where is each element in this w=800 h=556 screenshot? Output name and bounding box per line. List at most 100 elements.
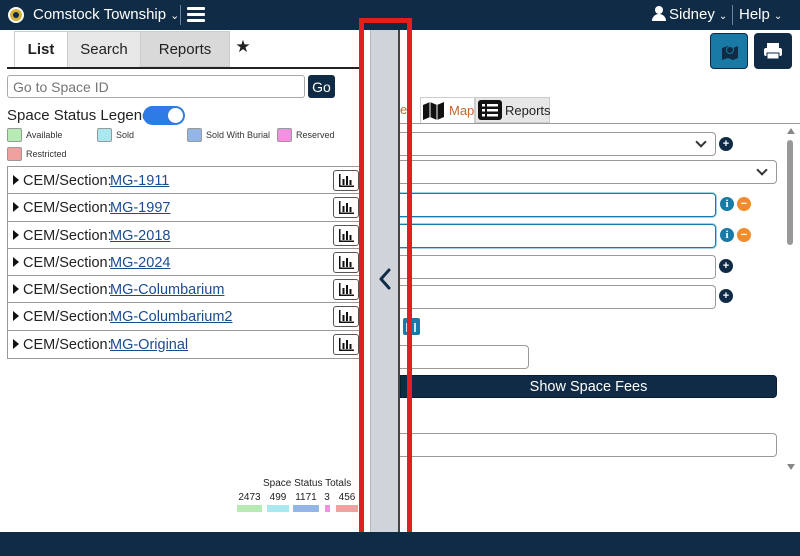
legend-label-reserved: Reserved (296, 130, 335, 140)
remove-icon[interactable]: − (737, 228, 751, 242)
select-field-1[interactable] (400, 132, 716, 156)
help-menu[interactable]: Help ⌄ (739, 6, 782, 23)
bar-chart-icon (339, 337, 354, 351)
scroll-up-arrow-icon[interactable] (787, 128, 795, 134)
expand-triangle-icon[interactable] (13, 256, 19, 267)
tab-map[interactable]: Map (420, 97, 475, 123)
chart-button[interactable] (333, 251, 359, 273)
list-item: CEM/Section: MG-1911 (8, 167, 362, 195)
section-link[interactable]: MG-2018 (110, 228, 170, 244)
chevron-down-icon: ⌄ (773, 11, 783, 22)
tab-reports-right[interactable]: Reports (475, 97, 551, 123)
info-icon[interactable]: i (720, 228, 734, 242)
total-sold: 499 (269, 492, 287, 503)
section-link[interactable]: MG-2024 (110, 255, 170, 271)
highlight-box (359, 18, 412, 545)
space-id-input[interactable] (7, 75, 305, 98)
expand-triangle-icon[interactable] (13, 338, 19, 349)
bottom-bar (0, 532, 800, 556)
township-selector[interactable]: Comstock Township ⌄ (33, 6, 179, 23)
legend-title: Space Status Legend: (7, 107, 155, 124)
section-prefix: CEM/Section: (23, 200, 112, 217)
expand-triangle-icon[interactable] (13, 175, 19, 185)
list-item: CEM/Section: MG-Columbarium (8, 276, 362, 304)
chart-button[interactable] (333, 279, 359, 301)
bar-chart-icon (339, 310, 354, 324)
expand-triangle-icon[interactable] (13, 311, 19, 322)
map-view-button[interactable] (710, 33, 748, 69)
tab-reports-label: Reports (505, 103, 551, 118)
user-icon (652, 6, 666, 21)
total-restricted: 456 (338, 492, 356, 503)
section-link[interactable]: MG-Columbarium2 (110, 309, 232, 325)
expand-triangle-icon[interactable] (13, 229, 19, 240)
remove-icon[interactable]: − (737, 197, 751, 211)
legend-label-available: Available (26, 130, 63, 140)
chevron-down-icon (756, 164, 768, 176)
section-link[interactable]: MG-Columbarium (110, 282, 224, 298)
scroll-down-arrow-icon[interactable] (787, 464, 795, 470)
input-field-3[interactable] (400, 255, 716, 279)
map-pin-icon (722, 46, 738, 60)
legend-swatch-restricted (7, 147, 22, 161)
tab-list[interactable]: List (14, 31, 68, 69)
legend-toggle[interactable] (143, 106, 185, 125)
section-prefix: CEM/Section: (23, 254, 112, 271)
legend-swatch-sold (97, 128, 112, 142)
tabs-divider (400, 123, 800, 124)
total-bar-sold-with-burial (293, 505, 319, 512)
section-prefix: CEM/Section: (23, 309, 112, 326)
text-field[interactable] (400, 433, 777, 457)
chart-button[interactable] (333, 224, 359, 246)
add-icon[interactable]: + (719, 137, 733, 151)
show-space-fees-button[interactable]: Show Space Fees (400, 375, 777, 398)
input-field-2[interactable] (400, 224, 716, 248)
go-button[interactable]: Go (308, 75, 335, 98)
list-item: CEM/Section: MG-2018 (8, 222, 362, 249)
scrollbar[interactable] (785, 128, 797, 476)
hamburger-menu-icon[interactable] (187, 7, 205, 23)
totals-title: Space Status Totals (263, 478, 352, 489)
expand-triangle-icon[interactable] (13, 202, 19, 213)
total-reserved: 3 (324, 492, 330, 503)
legend-swatch-available (7, 128, 22, 142)
tab-reports[interactable]: Reports (140, 31, 230, 67)
print-button[interactable] (754, 33, 792, 69)
section-link[interactable]: MG-1911 (110, 173, 169, 189)
chart-button[interactable] (333, 306, 359, 328)
bar-chart-icon (339, 201, 354, 215)
township-logo-icon (8, 7, 24, 23)
section-link[interactable]: MG-1997 (110, 200, 170, 216)
section-link[interactable]: MG-Original (110, 337, 188, 353)
add-icon[interactable]: + (719, 259, 733, 273)
total-bar-reserved (325, 505, 330, 512)
list-item: CEM/Section: MG-Original (8, 331, 362, 358)
info-icon[interactable]: i (720, 197, 734, 211)
add-icon[interactable]: + (719, 289, 733, 303)
user-menu[interactable]: Sidney ⌄ (652, 6, 727, 23)
chart-button[interactable] (333, 197, 359, 219)
list-item: CEM/Section: MG-2024 (8, 249, 362, 277)
chevron-down-icon: ⌄ (170, 10, 180, 22)
bar-chart-icon (339, 283, 354, 297)
date-input[interactable] (400, 345, 529, 369)
help-label: Help (739, 6, 770, 23)
select-field-2[interactable] (400, 160, 777, 184)
input-field-1[interactable] (400, 193, 716, 217)
chart-button[interactable] (333, 170, 359, 191)
divider (732, 5, 733, 25)
expand-triangle-icon[interactable] (13, 284, 19, 295)
legend-label-restricted: Restricted (26, 149, 67, 159)
list-item: CEM/Section: MG-Columbarium2 (8, 303, 362, 331)
scroll-thumb[interactable] (787, 140, 793, 245)
total-bar-available (237, 505, 262, 512)
bar-chart-icon (339, 255, 354, 269)
tab-search[interactable]: Search (68, 31, 140, 67)
bar-chart-icon (339, 174, 354, 187)
printer-icon (764, 43, 782, 60)
input-field-4[interactable] (400, 285, 716, 309)
favorites-star-icon[interactable]: ★ (230, 31, 256, 67)
divider (180, 5, 181, 25)
township-name: Comstock Township (33, 6, 167, 23)
chart-button[interactable] (333, 333, 359, 355)
